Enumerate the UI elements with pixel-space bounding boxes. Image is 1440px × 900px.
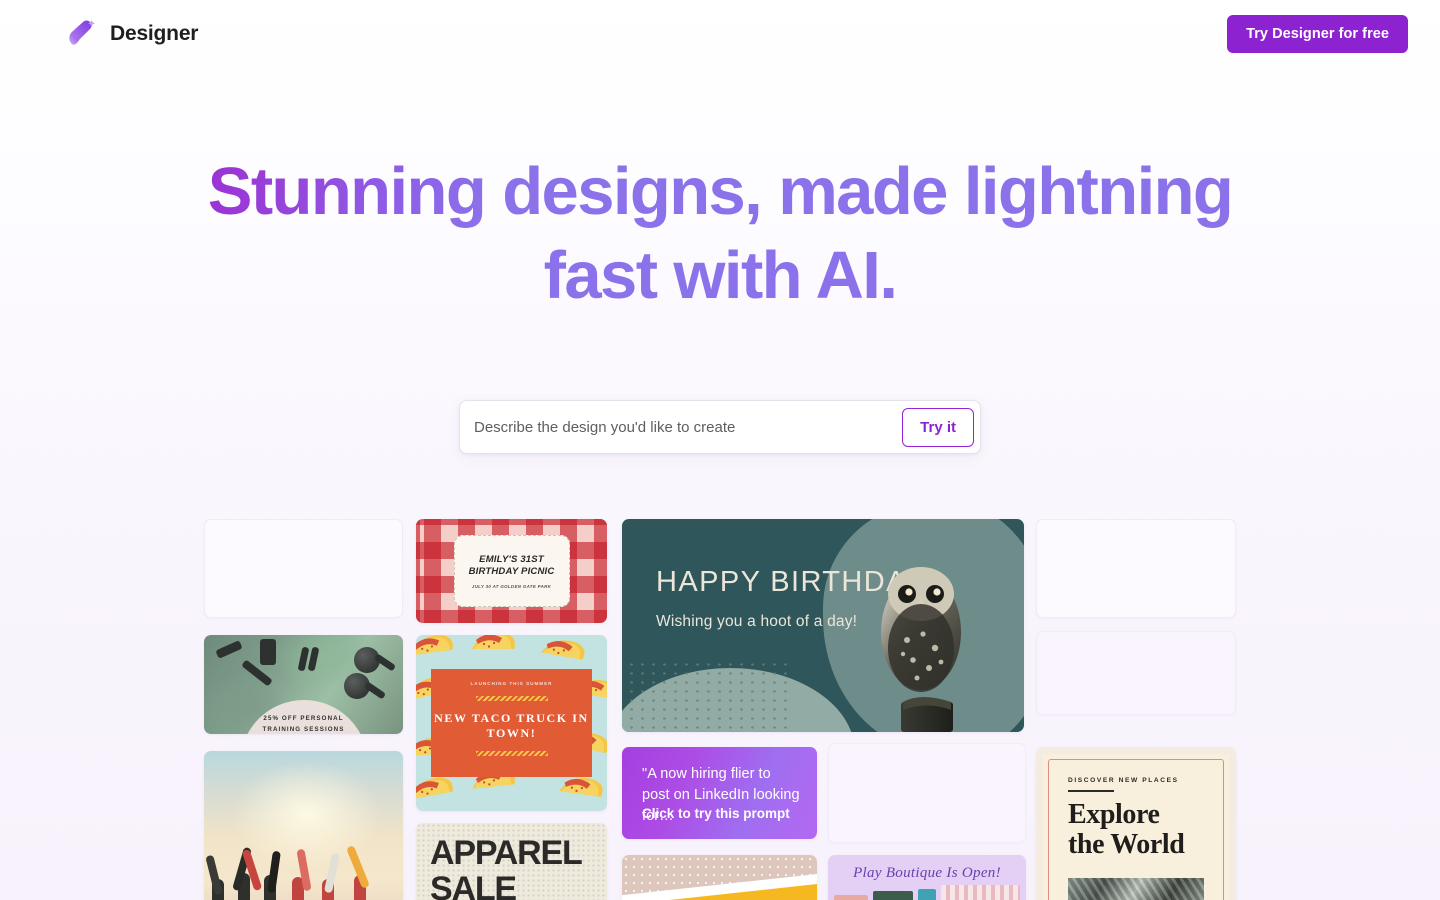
prompt-suggestion-canvas: "A now hiring flier to post on LinkedIn … <box>622 747 817 839</box>
try-it-button[interactable]: Try it <box>902 407 974 447</box>
apparel-card-canvas: APPAREL SALE EVERYTHING 20% OFF! <box>416 823 607 900</box>
owl-photo <box>881 567 961 732</box>
taco-eyebrow: LAUNCHING THIS SUMMER <box>470 680 553 686</box>
site-header: Designer Try Designer for free <box>0 0 1440 68</box>
gym-offer-line2: TRAINING SESSIONS <box>262 726 345 733</box>
gallery-placeholder-card[interactable] <box>828 743 1026 843</box>
gallery-card-prompt-suggestion[interactable]: "A now hiring flier to post on LinkedIn … <box>622 747 817 839</box>
try-designer-for-free-button[interactable]: Try Designer for free <box>1227 15 1408 53</box>
boutique-product-row <box>834 877 1020 900</box>
hero-title-line2: fast with AI. <box>543 238 898 313</box>
boutique-card-canvas: Play Boutique Is Open! <box>828 855 1026 900</box>
taco-squiggle-divider <box>475 750 548 756</box>
owl-card-canvas: HAPPY BIRTHDAY! Wishing you a hoot of a … <box>622 519 1024 732</box>
template-gallery: EMILY'S 31ST BIRTHDAY PICNIC JULY 30 AT … <box>204 519 1236 900</box>
gallery-card-snowboarders[interactable] <box>204 751 403 900</box>
boutique-item <box>873 891 913 900</box>
design-prompt-input[interactable] <box>474 401 903 453</box>
gallery-placeholder-card[interactable] <box>204 519 403 618</box>
explore-card-canvas: DISCOVER NEW PLACES Explore the World <box>1036 747 1236 900</box>
gallery-card-beige-yellow[interactable] <box>622 855 817 900</box>
hero-title-gradient-word: Stunning <box>207 154 487 229</box>
gingham-pattern: EMILY'S 31ST BIRTHDAY PICNIC JULY 30 AT … <box>416 519 607 623</box>
explore-title-line1: Explore <box>1068 798 1160 830</box>
explore-title-line2: the World <box>1068 828 1185 860</box>
boutique-item <box>918 889 936 900</box>
gingham-label: EMILY'S 31ST BIRTHDAY PICNIC JULY 30 AT … <box>453 535 570 607</box>
beige-card-canvas <box>622 855 817 900</box>
designer-wand-logo-icon <box>64 17 98 51</box>
taco-headline-panel: LAUNCHING THIS SUMMER NEW TACO TRUCK IN … <box>431 669 592 777</box>
gallery-card-apparel-sale[interactable]: APPAREL SALE EVERYTHING 20% OFF! <box>416 823 607 900</box>
explore-rule <box>1068 790 1114 792</box>
explore-eyebrow: DISCOVER NEW PLACES <box>1068 777 1179 784</box>
explore-photo <box>1068 878 1204 900</box>
gallery-placeholder-card[interactable] <box>1036 519 1236 618</box>
gallery-card-picnic[interactable]: EMILY'S 31ST BIRTHDAY PICNIC JULY 30 AT … <box>416 519 607 623</box>
gym-card-canvas: 25% OFF PERSONAL TRAINING SESSIONS <box>204 635 403 734</box>
gallery-card-explore-the-world[interactable]: DISCOVER NEW PLACES Explore the World <box>1036 747 1236 900</box>
gym-phone-object <box>260 639 276 665</box>
hero-section: Stunning designs, made lightning fast wi… <box>0 150 1440 318</box>
snowboarders-silhouettes <box>206 846 369 900</box>
hero-title-line1-rest: designs, made lightning <box>485 154 1234 229</box>
snowboard-photo-canvas <box>204 751 403 900</box>
gallery-card-taco-truck[interactable]: LAUNCHING THIS SUMMER NEW TACO TRUCK IN … <box>416 635 607 811</box>
prompt-bar[interactable]: Try it <box>459 400 981 454</box>
taco-squiggle-divider <box>475 695 548 701</box>
gallery-placeholder-card[interactable] <box>1036 631 1236 715</box>
picnic-subtitle: JULY 30 AT GOLDEN GATE PARK <box>471 583 552 589</box>
prompt-bar-container: Try it <box>0 400 1440 454</box>
prompt-suggestion-cta[interactable]: Click to try this prompt <box>642 806 790 821</box>
gallery-card-personal-training[interactable]: 25% OFF PERSONAL TRAINING SESSIONS <box>204 635 403 734</box>
boutique-item <box>834 895 868 900</box>
page-title: Stunning designs, made lightning fast wi… <box>190 150 1250 318</box>
gym-offer-line1: 25% OFF PERSONAL <box>263 715 344 722</box>
boutique-item <box>941 885 1020 900</box>
apparel-title: APPAREL SALE <box>430 834 582 900</box>
owl-dot-pattern <box>626 659 787 732</box>
gallery-card-play-boutique[interactable]: Play Boutique Is Open! <box>828 855 1026 900</box>
picnic-title: EMILY'S 31ST BIRTHDAY PICNIC <box>468 553 555 578</box>
taco-card-canvas: LAUNCHING THIS SUMMER NEW TACO TRUCK IN … <box>416 635 607 811</box>
brand-name: Designer <box>110 22 199 45</box>
gallery-card-owl-birthday[interactable]: HAPPY BIRTHDAY! Wishing you a hoot of a … <box>622 519 1024 732</box>
taco-title: NEW TACO TRUCK IN TOWN! <box>434 710 589 740</box>
brand[interactable]: Designer <box>64 17 198 51</box>
